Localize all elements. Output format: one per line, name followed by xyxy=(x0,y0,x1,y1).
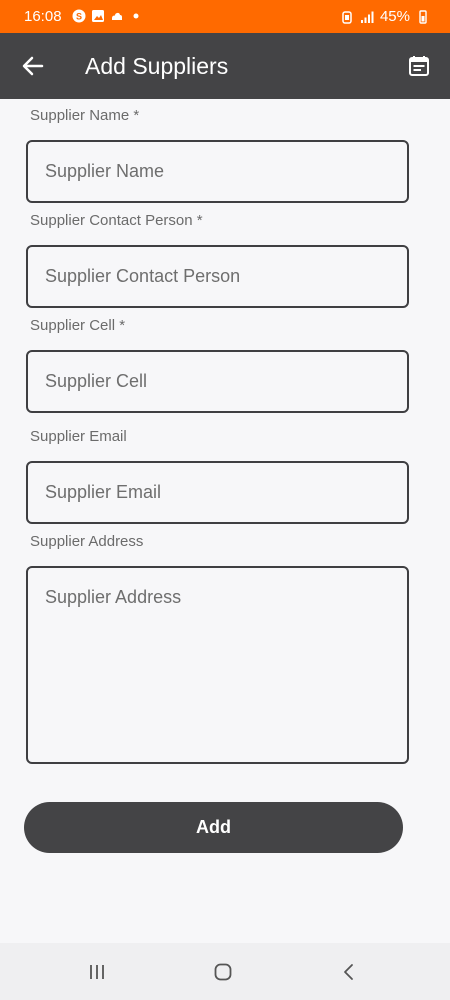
supplier-email-input[interactable] xyxy=(26,461,409,524)
battery-icon xyxy=(419,9,427,24)
supplier-name-label: Supplier Name * xyxy=(30,107,140,124)
system-nav-bar xyxy=(0,943,450,1000)
supplier-contact-person-input[interactable] xyxy=(26,245,409,308)
alarm-icon xyxy=(342,10,352,24)
calendar-button[interactable] xyxy=(404,51,434,81)
back-icon xyxy=(344,964,353,980)
supplier-name-input[interactable] xyxy=(26,140,409,203)
home-button[interactable] xyxy=(208,957,238,987)
dot-icon xyxy=(133,13,139,19)
status-time: 16:08 xyxy=(24,8,62,25)
arrow-left-icon xyxy=(22,56,44,76)
calendar-icon xyxy=(409,56,429,76)
s-badge-icon: S xyxy=(72,9,86,23)
supplier-contact-person-label: Supplier Contact Person * xyxy=(30,212,203,229)
page-title: Add Suppliers xyxy=(85,53,229,79)
image-icon xyxy=(92,10,104,22)
svg-text:S: S xyxy=(76,12,82,22)
status-right-group: 45% xyxy=(340,8,430,25)
supplier-address-input[interactable] xyxy=(26,566,409,764)
home-icon xyxy=(214,963,232,981)
supplier-address-label: Supplier Address xyxy=(30,533,144,550)
battery-percent: 45% xyxy=(379,8,410,25)
back-button[interactable] xyxy=(18,51,48,81)
recent-apps-button[interactable] xyxy=(82,957,112,987)
supplier-cell-input[interactable] xyxy=(26,350,409,413)
add-button[interactable]: Add xyxy=(24,802,403,853)
supplier-email-label: Supplier Email xyxy=(30,428,127,445)
cloud-icon xyxy=(112,12,122,20)
app-bar: Add Suppliers xyxy=(0,33,450,99)
recent-apps-icon xyxy=(90,965,104,979)
status-bar: 16:08 S 45% xyxy=(0,0,450,33)
supplier-cell-label: Supplier Cell * xyxy=(30,317,126,334)
nav-back-button[interactable] xyxy=(334,957,364,987)
signal-icon xyxy=(360,11,374,23)
notification-icons: S xyxy=(72,9,143,23)
